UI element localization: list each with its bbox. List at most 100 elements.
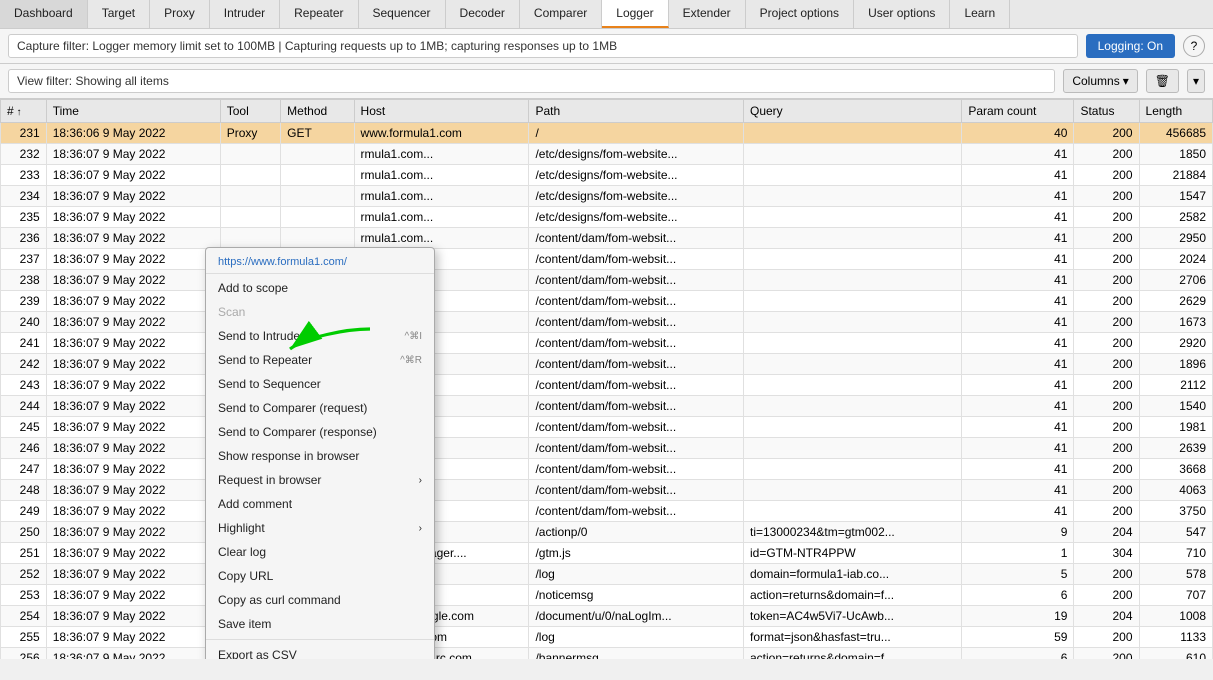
- menu-item[interactable]: Scan: [206, 300, 434, 324]
- table-row[interactable]: 23218:36:07 9 May 2022rmula1.com.../etc/…: [1, 144, 1213, 165]
- menu-item[interactable]: Save item: [206, 612, 434, 636]
- menu-item[interactable]: Send to Comparer (response): [206, 420, 434, 444]
- table-row[interactable]: 25618:36:07 9 May 2022ProxyGETconsent.tr…: [1, 648, 1213, 660]
- table-row[interactable]: 24218:36:07 9 May 2022rmula1.com.../cont…: [1, 354, 1213, 375]
- table-row[interactable]: 23118:36:06 9 May 2022ProxyGETwww.formul…: [1, 123, 1213, 144]
- table-cell: 242: [1, 354, 47, 375]
- table-cell: 41: [962, 186, 1074, 207]
- help-button[interactable]: ?: [1183, 35, 1205, 57]
- nav-learn[interactable]: Learn: [950, 0, 1010, 28]
- table-cell: GET: [281, 123, 354, 144]
- nav-logger[interactable]: Logger: [602, 0, 668, 28]
- table-cell: 41: [962, 228, 1074, 249]
- menu-item[interactable]: Request in browser›: [206, 468, 434, 492]
- table-cell: [744, 375, 962, 396]
- table-row[interactable]: 25518:36:07 9 May 2022ProxyPOSTplay.goog…: [1, 627, 1213, 648]
- col-header-host[interactable]: Host: [354, 100, 529, 123]
- nav-project-options[interactable]: Project options: [746, 0, 854, 28]
- table-cell: 18:36:07 9 May 2022: [46, 564, 220, 585]
- menu-url[interactable]: https://www.formula1.com/: [206, 251, 434, 274]
- menu-item[interactable]: Copy as curl command: [206, 588, 434, 612]
- col-header-path[interactable]: Path: [529, 100, 744, 123]
- table-row[interactable]: 24018:36:07 9 May 2022rmula1.com.../cont…: [1, 312, 1213, 333]
- table-cell: /content/dam/fom-websit...: [529, 270, 744, 291]
- table-cell: 41: [962, 375, 1074, 396]
- menu-item-label: Scan: [218, 305, 245, 319]
- table-cell: 2582: [1139, 207, 1212, 228]
- table-cell: 18:36:07 9 May 2022: [46, 459, 220, 480]
- columns-label: Columns: [1072, 74, 1119, 88]
- nav-user-options[interactable]: User options: [854, 0, 950, 28]
- nav-sequencer[interactable]: Sequencer: [359, 0, 446, 28]
- nav-repeater[interactable]: Repeater: [280, 0, 358, 28]
- nav-decoder[interactable]: Decoder: [446, 0, 520, 28]
- nav-dashboard[interactable]: Dashboard: [0, 0, 88, 28]
- nav-extender[interactable]: Extender: [669, 0, 746, 28]
- table-row[interactable]: 25218:36:07 9 May 2022t.trustarc.com/log…: [1, 564, 1213, 585]
- columns-button[interactable]: Columns ▾: [1063, 69, 1137, 93]
- table-row[interactable]: 23718:36:07 9 May 2022rmula1.com.../cont…: [1, 249, 1213, 270]
- table-row[interactable]: 24418:36:07 9 May 2022rmula1.com.../cont…: [1, 396, 1213, 417]
- nav-comparer[interactable]: Comparer: [520, 0, 602, 28]
- table-row[interactable]: 24518:36:07 9 May 2022rmula1.com.../cont…: [1, 417, 1213, 438]
- table-row[interactable]: 24818:36:07 9 May 2022rmula1.com.../cont…: [1, 480, 1213, 501]
- menu-item[interactable]: Clear log: [206, 540, 434, 564]
- col-header-num[interactable]: #: [1, 100, 47, 123]
- table-cell: 3668: [1139, 459, 1212, 480]
- table-row[interactable]: 24118:36:07 9 May 2022rmula1.com.../cont…: [1, 333, 1213, 354]
- table-cell: 6: [962, 585, 1074, 606]
- table-row[interactable]: 23318:36:07 9 May 2022rmula1.com.../etc/…: [1, 165, 1213, 186]
- table-cell: 18:36:07 9 May 2022: [46, 228, 220, 249]
- table-row[interactable]: 23918:36:07 9 May 2022rmula1.com.../cont…: [1, 291, 1213, 312]
- menu-item[interactable]: Highlight›: [206, 516, 434, 540]
- nav-target[interactable]: Target: [88, 0, 150, 28]
- context-menu: https://www.formula1.com/ Add to scope Sc…: [205, 247, 435, 659]
- trash-button[interactable]: 🗑: [1146, 69, 1179, 93]
- logging-button[interactable]: Logging: On: [1086, 34, 1175, 58]
- table-cell: 2112: [1139, 375, 1212, 396]
- col-header-query[interactable]: Query: [744, 100, 962, 123]
- menu-item[interactable]: Show response in browser: [206, 444, 434, 468]
- menu-item[interactable]: Copy URL: [206, 564, 434, 588]
- table-cell: 231: [1, 123, 47, 144]
- menu-item[interactable]: Send to Sequencer: [206, 372, 434, 396]
- table-row[interactable]: 23618:36:07 9 May 2022rmula1.com.../cont…: [1, 228, 1213, 249]
- col-header-status[interactable]: Status: [1074, 100, 1139, 123]
- table-cell: 232: [1, 144, 47, 165]
- table-row[interactable]: 24718:36:07 9 May 2022rmula1.com.../cont…: [1, 459, 1213, 480]
- log-table: # Time Tool Method Host Path Query Param…: [0, 99, 1213, 659]
- col-header-time[interactable]: Time: [46, 100, 220, 123]
- col-header-length[interactable]: Length: [1139, 100, 1212, 123]
- table-cell: 240: [1, 312, 47, 333]
- table-row[interactable]: 24318:36:07 9 May 2022rmula1.com.../cont…: [1, 375, 1213, 396]
- table-row[interactable]: 25018:36:07 9 May 2022lg.com.../actionp/…: [1, 522, 1213, 543]
- col-header-method[interactable]: Method: [281, 100, 354, 123]
- table-cell: [281, 186, 354, 207]
- trash-dropdown-button[interactable]: ▾: [1187, 69, 1205, 93]
- table-cell: 41: [962, 396, 1074, 417]
- menu-item[interactable]: Add comment: [206, 492, 434, 516]
- col-header-tool[interactable]: Tool: [220, 100, 280, 123]
- table-row[interactable]: 23818:36:07 9 May 2022rmula1.com.../cont…: [1, 270, 1213, 291]
- nav-intruder[interactable]: Intruder: [210, 0, 280, 28]
- table-cell: 456685: [1139, 123, 1212, 144]
- menu-item[interactable]: Send to Repeater^⌘R: [206, 348, 434, 372]
- table-row[interactable]: 25318:36:07 9 May 2022t.trustarc.com/not…: [1, 585, 1213, 606]
- table-row[interactable]: 23518:36:07 9 May 2022rmula1.com.../etc/…: [1, 207, 1213, 228]
- table-cell: 2639: [1139, 438, 1212, 459]
- nav-proxy[interactable]: Proxy: [150, 0, 210, 28]
- table-row[interactable]: 24918:36:07 9 May 2022rmula1.com.../cont…: [1, 501, 1213, 522]
- table-row[interactable]: 23418:36:07 9 May 2022rmula1.com.../etc/…: [1, 186, 1213, 207]
- menu-item[interactable]: Export as CSV: [206, 643, 434, 659]
- menu-item[interactable]: Send to Intruder^⌘I: [206, 324, 434, 348]
- menu-item[interactable]: Add to scope: [206, 276, 434, 300]
- menu-item-shortcut: ^⌘I: [405, 331, 422, 342]
- table-cell: /actionp/0: [529, 522, 744, 543]
- table-row[interactable]: 24618:36:07 9 May 2022rmula1.com.../cont…: [1, 438, 1213, 459]
- table-row[interactable]: 25118:36:07 9 May 2022oogletagmanager...…: [1, 543, 1213, 564]
- table-row[interactable]: 25418:36:07 9 May 2022accounts.google.co…: [1, 606, 1213, 627]
- table-cell: /content/dam/fom-websit...: [529, 312, 744, 333]
- table-cell: 200: [1074, 144, 1139, 165]
- menu-item[interactable]: Send to Comparer (request): [206, 396, 434, 420]
- col-header-param-count[interactable]: Param count: [962, 100, 1074, 123]
